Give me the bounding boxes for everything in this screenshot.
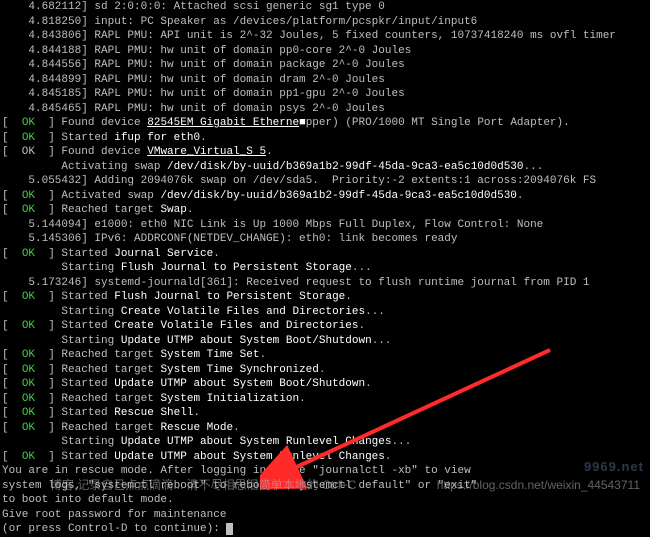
cursor[interactable] [226,523,233,535]
log-line: [ OK ] Started Update UTMP about System … [2,377,648,392]
log-line: 5.144094] e1000: eth0 NIC Link is Up 100… [2,218,648,233]
log-line: Starting Update UTMP about System Boot/S… [2,334,648,349]
log-line: [ OK ] Started Journal Service. [2,247,648,262]
log-line: Starting Create Volatile Files and Direc… [2,305,648,320]
log-line: [ OK ] Started Create Volatile Files and… [2,319,648,334]
log-line: 4.818250] input: PC Speaker as /devices/… [2,15,648,30]
log-line: [ OK ] Reached target Rescue Mode. [2,421,648,436]
log-line: [ OK ] Started ifup for eth0. [2,131,648,146]
log-line: 5.145306] IPv6: ADDRCONF(NETDEV_CHANGE):… [2,232,648,247]
log-line: Starting Flush Journal to Persistent Sto… [2,261,648,276]
log-line: to boot into default mode. [2,493,648,508]
log-line: [ OK ] Started Update UTMP about System … [2,450,648,465]
log-line: Activating swap /dev/disk/by-uuid/b369a1… [2,160,648,175]
log-line: 4.844556] RAPL PMU: hw unit of domain pa… [2,58,648,73]
log-line: [ OK ] Started Rescue Shell. [2,406,648,421]
log-line: (or press Control-D to continue): [2,522,648,537]
watermark-logo: 9969.net [584,460,644,475]
log-line: 4.845185] RAPL PMU: hw unit of domain pp… [2,87,648,102]
log-line: 4.844188] RAPL PMU: hw unit of domain pp… [2,44,648,59]
log-line: [ OK ] Reached target System Time Set. [2,348,648,363]
log-line: 4.844899] RAPL PMU: hw unit of domain dr… [2,73,648,88]
log-line: [ OK ] Found device VMware_Virtual_S 5. [2,145,648,160]
log-line: 5.173246] systemd-journald[361]: Receive… [2,276,648,291]
log-line: [ OK ] Found device 82545EM Gigabit Ethe… [2,116,648,131]
log-line: [ OK ] Reached target System Initializat… [2,392,648,407]
log-line: 4.843806] RAPL PMU: API unit is 2^-32 Jo… [2,29,648,44]
log-line: Starting Update UTMP about System Runlev… [2,435,648,450]
log-line: 5.055432] Adding 2094076k swap on /dev/s… [2,174,648,189]
log-line: 4.845465] RAPL PMU: hw unit of domain ps… [2,102,648,117]
log-line: system logs, "systemctl reboot" to reboo… [2,479,648,494]
log-line: You are in rescue mode. After logging in… [2,464,648,479]
log-line: 4.682112] sd 2:0:0:0: Attached scsi gene… [2,0,648,15]
terminal-output: 4.682112] sd 2:0:0:0: Attached scsi gene… [2,0,648,537]
log-line: Give root password for maintenance [2,508,648,523]
log-line: [ OK ] Activated swap /dev/disk/by-uuid/… [2,189,648,204]
log-line: [ OK ] Reached target Swap. [2,203,648,218]
log-line: [ OK ] Started Flush Journal to Persiste… [2,290,648,305]
log-line: [ OK ] Reached target System Time Synchr… [2,363,648,378]
